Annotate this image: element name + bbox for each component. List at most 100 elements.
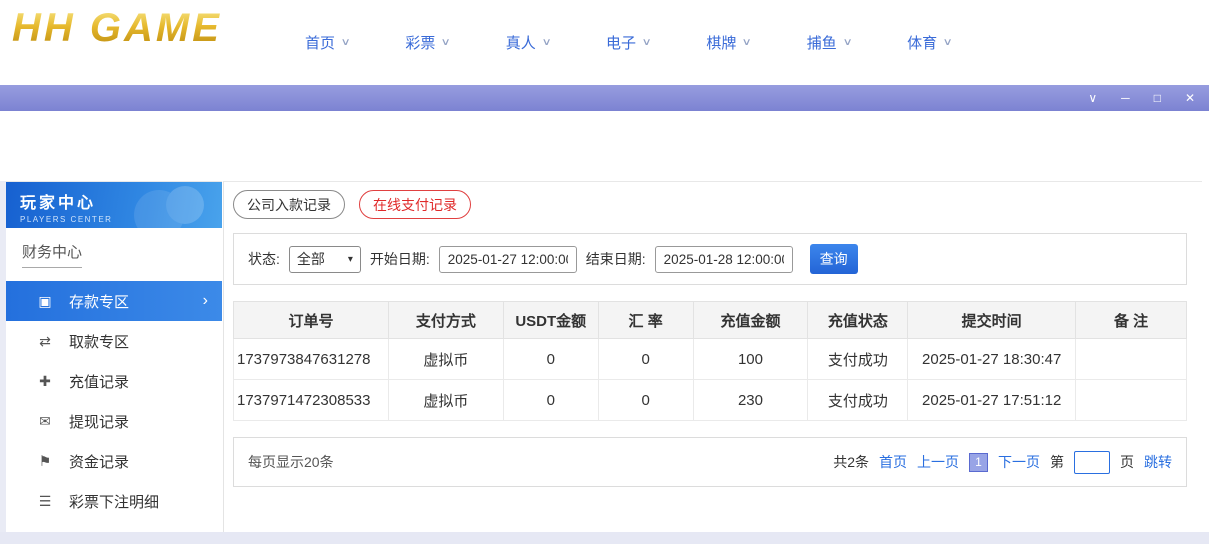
nav-item-home[interactable]: 首页 ∨ [305,32,349,53]
nav-label: 捕鱼 [807,32,837,53]
col-payment-method: 支付方式 [388,302,503,339]
sidebar-item-lottery-bet-detail[interactable]: ☰ 彩票下注明细 [6,481,222,521]
sidebar-item-withdraw[interactable]: ⇄ 取款专区 [6,321,222,361]
col-remark: 备 注 [1076,302,1187,339]
col-usdt-amount: USDT金额 [503,302,598,339]
cell-recharge-status: 支付成功 [808,380,908,421]
nav-label: 彩票 [405,32,435,53]
cell-order-number: 1737973847631278 [234,339,389,380]
sidebar-section-label: 财务中心 [22,244,82,268]
table-header-row: 订单号 支付方式 USDT金额 汇 率 充值金额 充值状态 提交时间 备 注 [234,302,1187,339]
deposit-icon: ▣ [36,293,54,310]
lottery-detail-icon: ☰ [36,493,54,510]
prev-page-link[interactable]: 上一页 [917,452,959,472]
tab-online-payment-record[interactable]: 在线支付记录 [359,190,471,219]
chevron-down-icon: ∨ [341,37,351,48]
chevron-down-icon: ∨ [842,37,852,48]
sidebar-title: 玩家中心 [20,189,208,213]
end-date-label: 结束日期: [586,249,646,269]
sidebar-item-withdraw-record[interactable]: ✉ 提现记录 [6,401,222,441]
chevron-down-icon: ∨ [742,37,752,48]
withdraw-icon: ⇄ [36,333,54,350]
nav-label: 棋牌 [706,32,736,53]
chevron-down-icon: ∨ [541,37,551,48]
sidebar: 玩家中心 PLAYERS CENTER 财务中心 ▣ 存款专区 › ⇄ 取款专区… [6,181,222,532]
window-close-icon[interactable]: ✕ [1185,92,1195,104]
sidebar-item-label: 存款专区 [69,291,129,312]
table-row: 1737973847631278 虚拟币 0 0 100 支付成功 2025-0… [234,339,1187,380]
cell-recharge-amount: 230 [693,380,808,421]
nav-item-live[interactable]: 真人 ∨ [506,32,550,53]
window-collapse-icon[interactable]: ∨ [1088,92,1097,104]
sidebar-item-label: 充值记录 [69,371,129,392]
nav-item-fishing[interactable]: 捕鱼 ∨ [807,32,851,53]
nav-label: 体育 [907,32,937,53]
jump-label-pre: 第 [1050,452,1064,472]
col-recharge-status: 充值状态 [808,302,908,339]
end-date-input[interactable] [655,246,793,273]
pagination-controls: 共2条 首页 上一页 1 下一页 第 页 跳转 [833,451,1172,474]
main-nav: 首页 ∨ 彩票 ∨ 真人 ∨ 电子 ∨ 棋牌 ∨ 捕鱼 ∨ 体育 ∨ [305,0,951,85]
status-select-value: 全部 [297,249,325,269]
cell-exchange-rate: 0 [598,339,693,380]
cell-recharge-status: 支付成功 [808,339,908,380]
chevron-down-icon: ∨ [642,37,652,48]
records-table: 订单号 支付方式 USDT金额 汇 率 充值金额 充值状态 提交时间 备 注 1… [233,301,1187,421]
recharge-record-icon: ✚ [36,373,54,390]
filter-bar: 状态: 全部 ▾ 开始日期: 结束日期: 查询 [233,233,1187,285]
sidebar-section-finance: 财务中心 [6,228,222,271]
jump-button[interactable]: 跳转 [1144,452,1172,472]
tab-company-deposit-record[interactable]: 公司入款记录 [233,190,345,219]
nav-label: 真人 [506,32,536,53]
search-button[interactable]: 查询 [810,244,858,274]
window-body: 玩家中心 PLAYERS CENTER 财务中心 ▣ 存款专区 › ⇄ 取款专区… [0,111,1209,532]
site-header: HH GAME 首页 ∨ 彩票 ∨ 真人 ∨ 电子 ∨ 棋牌 ∨ 捕鱼 ∨ 体育… [0,0,1209,85]
col-submit-time: 提交时间 [908,302,1076,339]
window-titlebar: ∨ ─ □ ✕ [0,85,1209,111]
sidebar-item-recharge-record[interactable]: ✚ 充值记录 [6,361,222,401]
pagination-bar: 每页显示20条 共2条 首页 上一页 1 下一页 第 页 跳转 [233,437,1187,487]
cell-exchange-rate: 0 [598,380,693,421]
cell-usdt-amount: 0 [503,339,598,380]
sidebar-item-funds-record[interactable]: ⚑ 资金记录 [6,441,222,481]
sidebar-item-label: 提现记录 [69,411,129,432]
cell-order-number: 1737971472308533 [234,380,389,421]
nav-label: 电子 [606,32,636,53]
withdraw-record-icon: ✉ [36,413,54,430]
window-minimize-icon[interactable]: ─ [1121,92,1130,104]
col-order-number: 订单号 [234,302,389,339]
status-select[interactable]: 全部 ▾ [289,246,361,273]
sidebar-item-label: 彩票下注明细 [69,491,159,512]
start-date-input[interactable] [439,246,577,273]
cell-remark [1076,380,1187,421]
per-page-label: 每页显示20条 [248,452,334,472]
window-maximize-icon[interactable]: □ [1154,92,1161,104]
main-panel: 公司入款记录 在线支付记录 状态: 全部 ▾ 开始日期: 结束日期: 查询 订单… [223,181,1202,532]
sidebar-item-deposit[interactable]: ▣ 存款专区 › [6,281,222,321]
start-date-label: 开始日期: [370,249,430,269]
total-count-label: 共2条 [833,452,869,472]
sidebar-menu: ▣ 存款专区 › ⇄ 取款专区 ✚ 充值记录 ✉ 提现记录 ⚑ 资金记录 ☰ [6,281,222,521]
cell-usdt-amount: 0 [503,380,598,421]
brand-logo[interactable]: HH GAME [12,6,222,51]
nav-item-sports[interactable]: 体育 ∨ [907,32,951,53]
sidebar-item-label: 资金记录 [69,451,129,472]
next-page-link[interactable]: 下一页 [998,452,1040,472]
nav-item-electronic[interactable]: 电子 ∨ [606,32,650,53]
cell-submit-time: 2025-01-27 18:30:47 [908,339,1076,380]
funds-record-icon: ⚑ [36,453,54,470]
first-page-link[interactable]: 首页 [879,452,907,472]
nav-label: 首页 [305,32,335,53]
current-page-badge[interactable]: 1 [969,453,988,472]
select-arrow-icon: ▾ [348,254,353,265]
jump-label-post: 页 [1120,452,1134,472]
jump-page-input[interactable] [1074,451,1110,474]
record-tabs: 公司入款记录 在线支付记录 [233,190,1202,219]
cell-payment-method: 虚拟币 [388,380,503,421]
nav-item-lottery[interactable]: 彩票 ∨ [405,32,449,53]
chevron-down-icon: ∨ [441,37,451,48]
cell-payment-method: 虚拟币 [388,339,503,380]
nav-item-chess[interactable]: 棋牌 ∨ [706,32,750,53]
status-label: 状态: [248,249,280,269]
cell-recharge-amount: 100 [693,339,808,380]
